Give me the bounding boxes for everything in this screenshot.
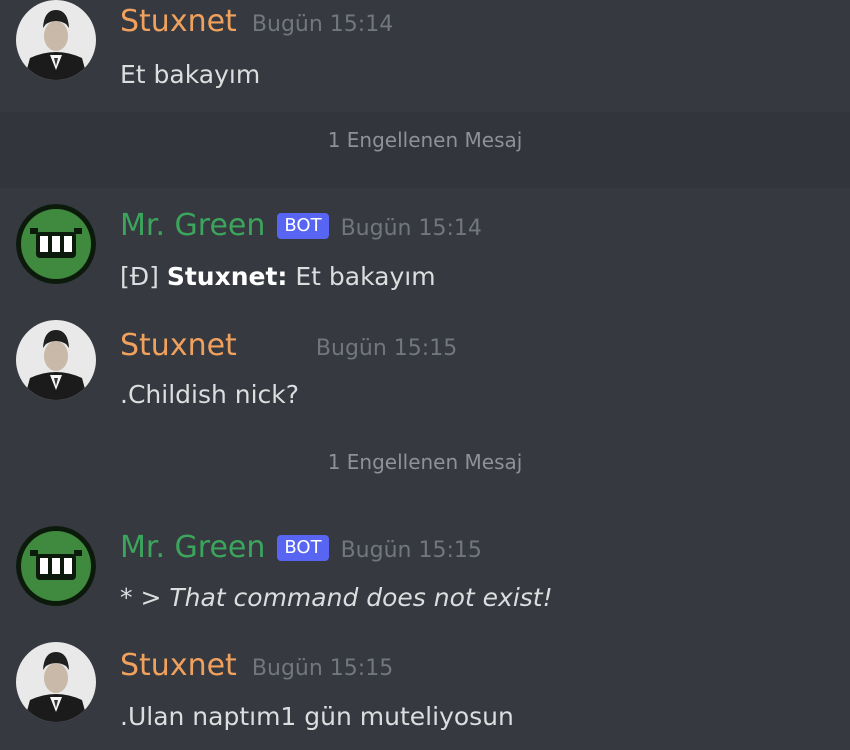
- message-body: > That command does not exist!: [140, 583, 553, 612]
- timestamp: Bugün 15:15: [315, 336, 458, 361]
- message-text: [Đ] Stuxnet: Et bakayım: [120, 262, 436, 291]
- message-text: * > That command does not exist!: [120, 583, 553, 612]
- message-body: Et bakayım: [295, 262, 436, 291]
- user-avatar-icon[interactable]: [16, 320, 96, 400]
- author-name[interactable]: Stuxnet: [120, 4, 237, 39]
- author-name[interactable]: Stuxnet: [120, 328, 237, 363]
- message-text: .Ulan naptım1 gün muteliyosun: [120, 702, 514, 731]
- user-avatar-icon[interactable]: [16, 642, 96, 722]
- timestamp: Bugün 15:14: [340, 216, 482, 241]
- message-prefix: *: [120, 583, 133, 612]
- message-text: Et bakayım: [120, 60, 261, 89]
- message-text: .Childish nick?: [120, 380, 300, 409]
- timestamp: Bugün 15:15: [251, 656, 394, 681]
- blocked-message-notice[interactable]: 1 Engellenen Mesaj: [0, 450, 850, 474]
- bot-avatar-icon[interactable]: [16, 526, 96, 606]
- bot-avatar-icon[interactable]: [16, 204, 96, 284]
- author-name[interactable]: Mr. Green: [120, 208, 265, 243]
- timestamp: Bugün 15:15: [340, 538, 482, 563]
- bot-tag: BOT: [277, 535, 329, 561]
- blocked-message-notice[interactable]: 1 Engellenen Mesaj: [0, 128, 850, 152]
- timestamp: Bugün 15:14: [251, 12, 394, 37]
- author-name[interactable]: Mr. Green: [120, 530, 265, 565]
- user-avatar-icon[interactable]: [16, 0, 96, 80]
- quoted-author: Stuxnet:: [166, 262, 288, 291]
- bot-tag: BOT: [277, 213, 329, 239]
- author-name[interactable]: Stuxnet: [120, 648, 237, 683]
- message-prefix: [Đ]: [120, 262, 159, 291]
